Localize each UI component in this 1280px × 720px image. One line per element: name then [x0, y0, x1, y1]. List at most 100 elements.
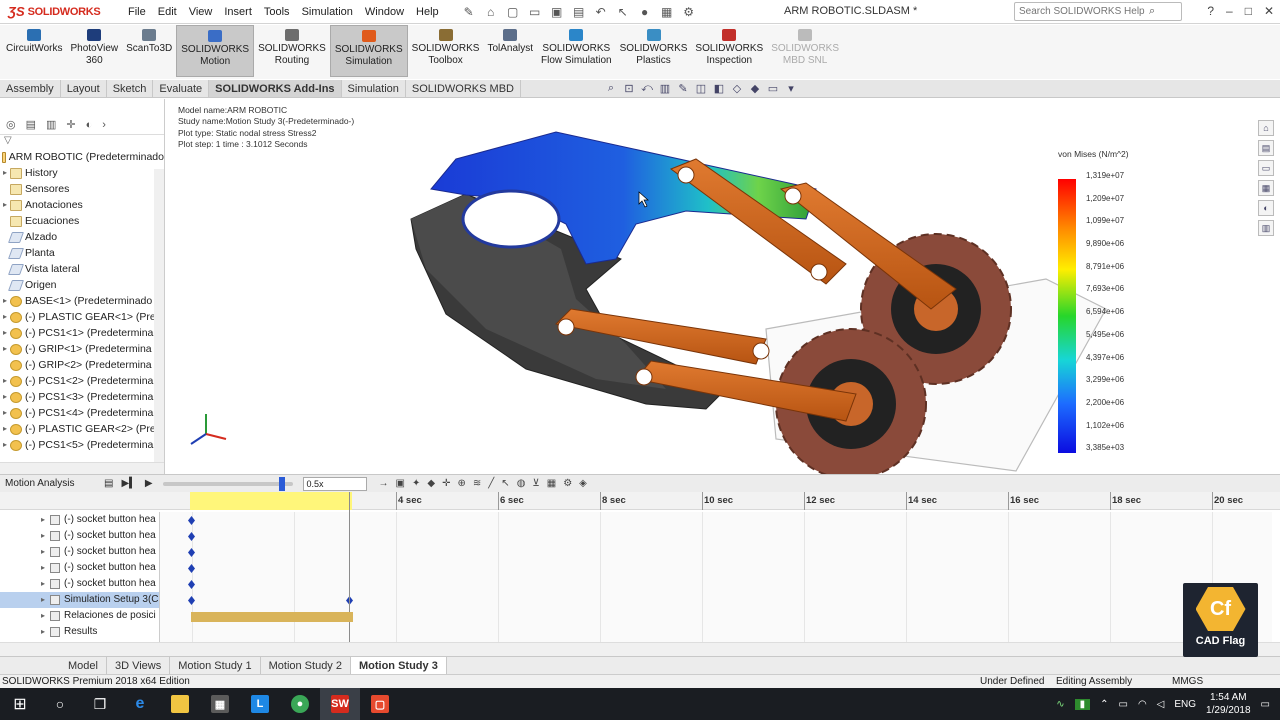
expand-arrow-icon[interactable]: ▸: [0, 576, 50, 592]
study-type-select[interactable]: Motion Analysis: [2, 476, 94, 492]
study-tab-4[interactable]: Motion Study 3: [350, 657, 447, 674]
print-icon[interactable]: ▤: [571, 5, 587, 19]
expand-arrow-icon[interactable]: ▸: [0, 544, 50, 560]
menu-insert[interactable]: Insert: [218, 0, 258, 24]
motion-tree-item[interactable]: ▸ (-) socket button hea: [0, 544, 159, 560]
section-view-icon[interactable]: ▥: [658, 82, 672, 95]
dimxpert-tab-icon[interactable]: ✛: [66, 118, 75, 131]
hide-show-icon[interactable]: ◇: [730, 82, 744, 95]
rebuild-icon[interactable]: ●: [637, 5, 653, 19]
expand-arrow-icon[interactable]: ▸: [0, 165, 10, 181]
menu-help[interactable]: Help: [410, 0, 445, 24]
edge-taskbar-item[interactable]: e: [120, 688, 160, 720]
playback-speed-select[interactable]: 0.5x: [302, 476, 367, 491]
command-tab-1[interactable]: Layout: [61, 80, 107, 97]
study-tab-2[interactable]: Motion Study 1: [170, 657, 261, 674]
scene-icon[interactable]: ▭: [766, 82, 780, 95]
ribbon-button-6[interactable]: SOLIDWORKS Toolbox: [408, 25, 484, 77]
command-tab-0[interactable]: Assembly: [0, 80, 61, 97]
search-input[interactable]: [1019, 6, 1149, 17]
expand-arrow-icon[interactable]: ▸: [0, 293, 10, 309]
tree-item[interactable]: ▸ History: [0, 165, 164, 181]
undo-icon[interactable]: ↶: [593, 5, 609, 19]
results-plots-icon[interactable]: ▦: [547, 478, 556, 489]
ribbon-button-4[interactable]: SOLIDWORKS Routing: [254, 25, 330, 77]
expand-arrow-icon[interactable]: ▸: [0, 592, 50, 608]
simulation-setup-icon[interactable]: ◈: [579, 478, 587, 489]
tree-item[interactable]: Alzado: [0, 229, 164, 245]
motion-tree-item[interactable]: ▸ Relaciones de posici: [0, 608, 159, 624]
tree-item[interactable]: ▸ (-) PCS1<5> (Predetermina: [0, 437, 164, 453]
previous-view-icon[interactable]: ⤺: [640, 82, 654, 95]
command-tab-3[interactable]: Evaluate: [153, 80, 210, 97]
network-activity-icon[interactable]: ∿: [1056, 699, 1064, 710]
display-style-icon[interactable]: ◧: [712, 82, 726, 95]
clock[interactable]: 1:54 AM 1/29/2018: [1206, 691, 1251, 717]
study-tab-1[interactable]: 3D Views: [107, 657, 171, 674]
appearances-icon[interactable]: ◐: [1258, 200, 1274, 216]
search-box[interactable]: ⌕: [1014, 2, 1182, 21]
motion-study-properties-icon[interactable]: ⚙: [563, 478, 572, 489]
appearance-icon[interactable]: ◆: [748, 82, 762, 95]
gravity-icon[interactable]: ⊻: [532, 478, 539, 489]
expand-arrow-icon[interactable]: ▸: [0, 373, 10, 389]
show-hidden-icons[interactable]: ⌃: [1100, 699, 1108, 710]
expand-arrow-icon[interactable]: ▸: [0, 624, 50, 640]
simulation-setup-timeline-bar[interactable]: [191, 612, 353, 622]
spring-icon[interactable]: ≋: [473, 478, 481, 489]
animation-wizard-icon[interactable]: ✦: [412, 478, 420, 489]
slider-thumb[interactable]: [278, 476, 285, 491]
tree-item[interactable]: ▸ (-) PCS1<2> (Predetermina: [0, 373, 164, 389]
tree-item[interactable]: ▸ (-) GRIP<1> (Predetermina: [0, 341, 164, 357]
tree-root[interactable]: ARM ROBOTIC (Predeterminado: [0, 149, 164, 165]
search-button[interactable]: ○: [40, 688, 80, 720]
pin-icon[interactable]: ✎: [461, 5, 477, 19]
ribbon-button-5[interactable]: SOLIDWORKS Simulation: [329, 25, 408, 77]
menu-window[interactable]: Window: [359, 0, 410, 24]
chrome-taskbar-item[interactable]: ●: [280, 688, 320, 720]
keyframe[interactable]: [188, 548, 195, 557]
view-settings-icon[interactable]: ▾: [784, 82, 798, 95]
command-tab-5[interactable]: Simulation: [342, 80, 406, 97]
tree-item[interactable]: (-) GRIP<2> (Predetermina: [0, 357, 164, 373]
expand-panel-icon[interactable]: ›: [102, 119, 106, 131]
tree-item[interactable]: Sensores: [0, 181, 164, 197]
feature-tree-hscrollbar[interactable]: [0, 462, 164, 474]
save-animation-icon[interactable]: ▣: [396, 478, 405, 489]
tree-item[interactable]: ▸ (-) PCS1<1> (Predetermina: [0, 325, 164, 341]
custom-properties-icon[interactable]: ▥: [1258, 220, 1274, 236]
tree-item[interactable]: ▸ (-) PCS1<3> (Predetermina: [0, 389, 164, 405]
ribbon-button-1[interactable]: PhotoView 360: [66, 25, 122, 77]
force-icon[interactable]: ↖: [501, 478, 509, 489]
ribbon-button-10[interactable]: SOLIDWORKS Inspection: [691, 25, 767, 77]
tree-item[interactable]: ▸ (-) PLASTIC GEAR<1> (Prec: [0, 309, 164, 325]
solidworks-taskbar-item[interactable]: SW: [320, 688, 360, 720]
home-icon[interactable]: ⌂: [483, 5, 499, 19]
store-taskbar-item[interactable]: ▦: [200, 688, 240, 720]
select-icon[interactable]: ↖: [615, 5, 631, 19]
timeline-scrollbar[interactable]: [0, 642, 1280, 656]
expand-arrow-icon[interactable]: ▸: [0, 341, 10, 357]
minimize-icon[interactable]: –: [1226, 4, 1233, 18]
expand-arrow-icon[interactable]: ▸: [0, 309, 10, 325]
expand-arrow-icon[interactable]: ▸: [0, 325, 10, 341]
contact-icon[interactable]: ◍: [517, 478, 526, 489]
feature-tree-tab-icon[interactable]: ◎: [6, 118, 16, 131]
ribbon-button-9[interactable]: SOLIDWORKS Plastics: [616, 25, 692, 77]
tree-item[interactable]: Planta: [0, 245, 164, 261]
expand-arrow-icon[interactable]: ▸: [0, 560, 50, 576]
ribbon-button-3[interactable]: SOLIDWORKS Motion: [176, 25, 255, 77]
study-tab-0[interactable]: Model: [60, 657, 107, 674]
ribbon-button-11[interactable]: SOLIDWORKS MBD SNL: [767, 25, 843, 77]
expand-arrow-icon[interactable]: ▸: [0, 608, 50, 624]
motion-tree-item[interactable]: ▸ (-) socket button hea: [0, 576, 159, 592]
command-tab-6[interactable]: SOLIDWORKS MBD: [406, 80, 521, 97]
tree-item[interactable]: ▸ Anotaciones: [0, 197, 164, 213]
view-orientation-icon[interactable]: ◫: [694, 82, 708, 95]
add-key-icon[interactable]: ✛: [442, 478, 450, 489]
save-icon[interactable]: ▣: [549, 5, 565, 19]
expand-arrow-icon[interactable]: ▸: [0, 512, 50, 528]
expand-arrow-icon[interactable]: ▸: [0, 405, 10, 421]
motor-icon[interactable]: ⊕: [457, 478, 465, 489]
calculate-icon[interactable]: ▤: [104, 478, 113, 489]
